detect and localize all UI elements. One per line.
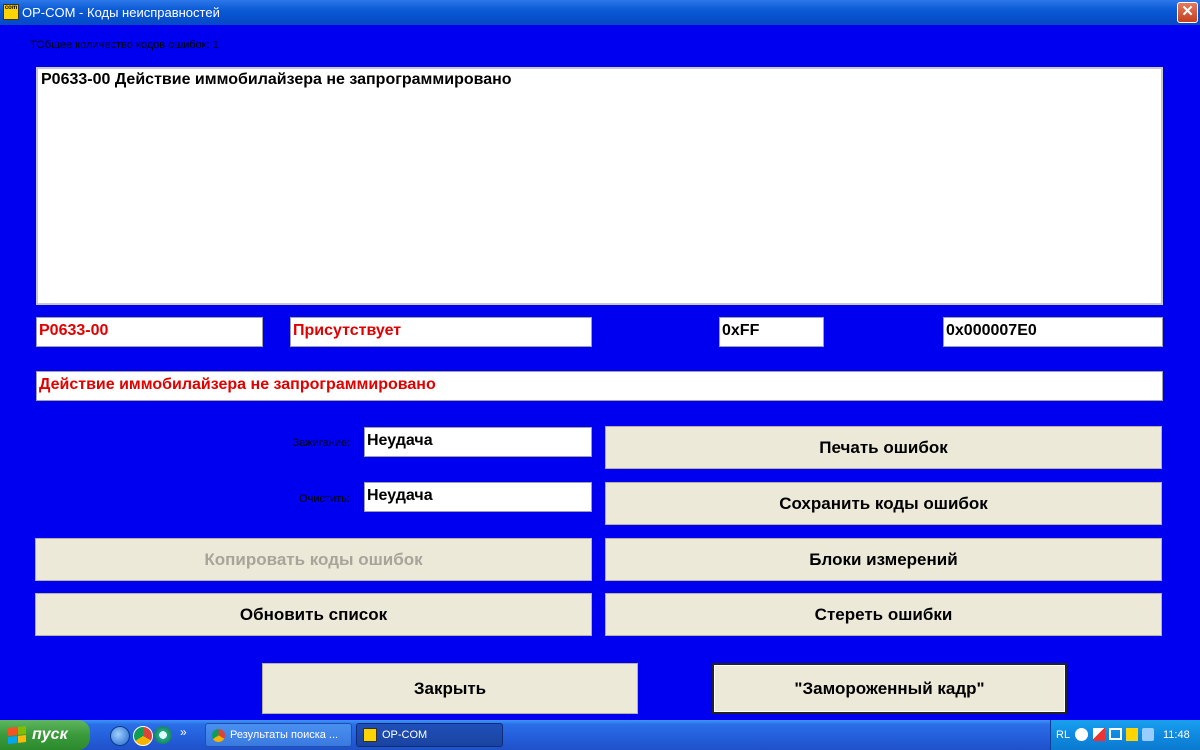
taskbar-item-label: OP-COM [382, 729, 428, 741]
clear-field[interactable]: Неудача [364, 482, 592, 512]
measurement-blocks-button[interactable]: Блоки измерений [605, 538, 1162, 581]
status-field[interactable]: Присутствует [290, 317, 592, 347]
taskbar-item-opcom[interactable]: OP-COM [356, 723, 503, 747]
freeze-frame-button[interactable]: "Замороженный кадр" [712, 663, 1067, 714]
erase-errors-button[interactable]: Стереть ошибки [605, 593, 1162, 636]
refresh-list-button[interactable]: Обновить список [35, 593, 592, 636]
tray-volume-icon[interactable] [1142, 728, 1154, 741]
quicklaunch-chevron-icon[interactable]: » [180, 725, 187, 739]
error-count-label: ТОбщее количество кодов ошибок: 1 [30, 39, 219, 51]
hex-value-field[interactable]: 0xFF [719, 317, 824, 347]
tray-app-icon[interactable] [1126, 728, 1138, 741]
app-icon: com [3, 4, 19, 20]
main-panel: ТОбщее количество кодов ошибок: 1 P0633-… [0, 25, 1200, 720]
tray-network-icon[interactable] [1109, 728, 1122, 740]
clock[interactable]: 11:48 [1163, 729, 1190, 741]
language-indicator[interactable]: RL [1056, 729, 1070, 741]
print-errors-button[interactable]: Печать ошибок [605, 426, 1162, 469]
title-bar[interactable]: com OP-COM - Коды неисправностей ✕ [0, 0, 1200, 25]
tray-expand-icon[interactable] [1075, 728, 1088, 741]
taskbar-item-search-results[interactable]: Результаты поиска ... [205, 723, 352, 747]
window-title: OP-COM - Коды неисправностей [22, 5, 220, 20]
close-icon: ✕ [1181, 3, 1194, 20]
start-button[interactable]: пуск [0, 720, 90, 750]
error-codes-list[interactable]: P0633-00 Действие иммобилайзера не запро… [36, 67, 1163, 305]
close-window-button[interactable]: ✕ [1177, 2, 1198, 23]
network-globe-icon[interactable] [154, 726, 172, 744]
ignition-field[interactable]: Неудача [364, 427, 592, 457]
chrome-icon [212, 728, 225, 742]
description-field[interactable]: Действие иммобилайзера не запрограммиров… [36, 371, 1163, 401]
chrome-quicklaunch-icon[interactable] [133, 726, 153, 746]
tray-antivirus-icon[interactable] [1093, 728, 1105, 741]
clear-label: Очистить: [299, 493, 350, 505]
opcom-icon [363, 728, 377, 742]
address-field[interactable]: 0x000007E0 [943, 317, 1163, 347]
close-button[interactable]: Закрыть [262, 663, 638, 714]
save-error-codes-button[interactable]: Сохранить коды ошибок [605, 482, 1162, 525]
taskbar-item-label: Результаты поиска ... [230, 729, 339, 741]
error-code-list-item[interactable]: P0633-00 Действие иммобилайзера не запро… [41, 71, 1158, 89]
system-tray: RL 11:48 [1050, 720, 1200, 750]
ignition-label: Зажигание: [292, 437, 350, 449]
code-field[interactable]: P0633-00 [36, 317, 263, 347]
start-label: пуск [32, 726, 68, 743]
windows-flag-icon [8, 726, 26, 744]
copy-error-codes-button[interactable]: Копировать коды ошибок [35, 538, 592, 581]
internet-explorer-icon[interactable] [110, 726, 130, 746]
taskbar: пуск » Результаты поиска ... OP-COM RL 1… [0, 720, 1200, 750]
